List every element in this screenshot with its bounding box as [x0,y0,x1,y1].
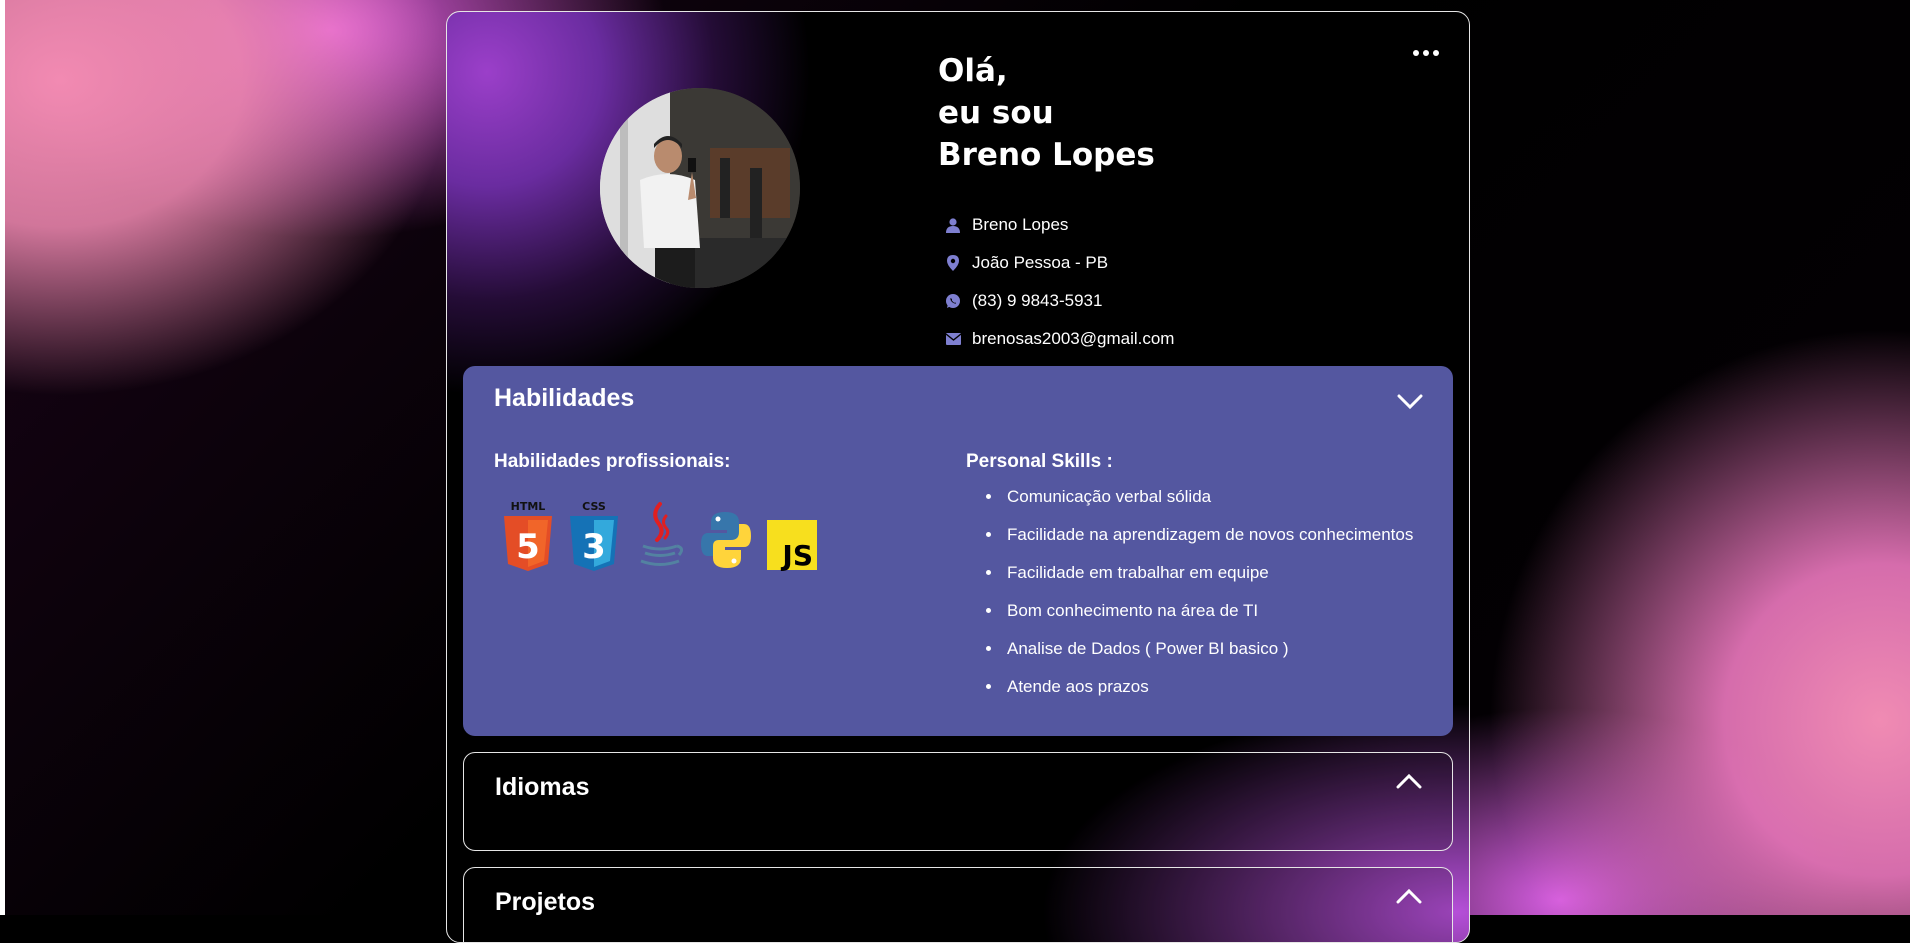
css3-number: 3 [582,527,606,567]
skills-panel-title[interactable]: Habilidades [494,384,634,413]
skills-panel: Habilidades Habilidades profissionais: P… [463,366,1453,736]
list-item: Facilidade em trabalhar em equipe [1003,563,1413,601]
profile-card: Olá, eu sou Breno Lopes Breno Lopes João… [446,11,1470,943]
languages-panel[interactable]: Idiomas [463,752,1453,851]
javascript-label: JS [780,539,813,572]
chevron-up-icon[interactable] [1396,773,1422,794]
contact-location: João Pessoa - PB [972,253,1109,272]
projects-panel[interactable]: Projetos [463,867,1453,942]
mail-icon [944,330,962,348]
contact-email-row: brenosas2003@gmail.com [944,320,1174,358]
html5-number: 5 [516,527,540,567]
greeting-line-2: eu sou [938,95,1054,131]
css3-icon: CSS 3 [567,500,621,579]
java-icon [633,500,687,579]
greeting-line-3: Breno Lopes [938,137,1155,173]
contact-name-row: Breno Lopes [944,206,1174,244]
location-pin-icon [944,254,962,272]
contact-info: Breno Lopes João Pessoa - PB (83) 9 9843… [944,206,1174,358]
more-options-icon[interactable] [1409,34,1439,60]
css3-label: CSS [582,500,606,513]
contact-phone-row: (83) 9 9843-5931 [944,282,1174,320]
chevron-down-icon[interactable] [1397,394,1423,415]
projects-panel-title[interactable]: Projetos [495,888,595,917]
chevron-up-icon[interactable] [1396,888,1422,909]
list-item: Analise de Dados ( Power BI basico ) [1003,639,1413,677]
list-item: Comunicação verbal sólida [1003,487,1413,525]
personal-skills-list: Comunicação verbal sólida Facilidade na … [966,487,1413,715]
list-item: Atende aos prazos [1003,677,1413,715]
javascript-icon: JS [765,500,819,579]
left-edge-strip [0,0,5,915]
tech-icons: HTML 5 CSS 3 JS [501,500,819,579]
python-icon [699,500,753,579]
contact-phone: (83) 9 9843-5931 [972,291,1103,310]
greeting-heading: Olá, eu sou Breno Lopes [938,50,1155,176]
professional-skills-title: Habilidades profissionais: [494,451,731,472]
html5-label: HTML [511,500,546,513]
avatar [600,88,800,288]
whatsapp-icon [944,292,962,310]
contact-email: brenosas2003@gmail.com [972,329,1175,348]
user-icon [944,216,962,234]
greeting-line-1: Olá, [938,53,1008,89]
contact-name: Breno Lopes [972,215,1069,234]
personal-skills-title: Personal Skills : [966,451,1113,472]
html5-icon: HTML 5 [501,500,555,579]
languages-panel-title[interactable]: Idiomas [495,773,589,802]
list-item: Facilidade na aprendizagem de novos conh… [1003,525,1413,563]
list-item: Bom conhecimento na área de TI [1003,601,1413,639]
contact-location-row: João Pessoa - PB [944,244,1174,282]
